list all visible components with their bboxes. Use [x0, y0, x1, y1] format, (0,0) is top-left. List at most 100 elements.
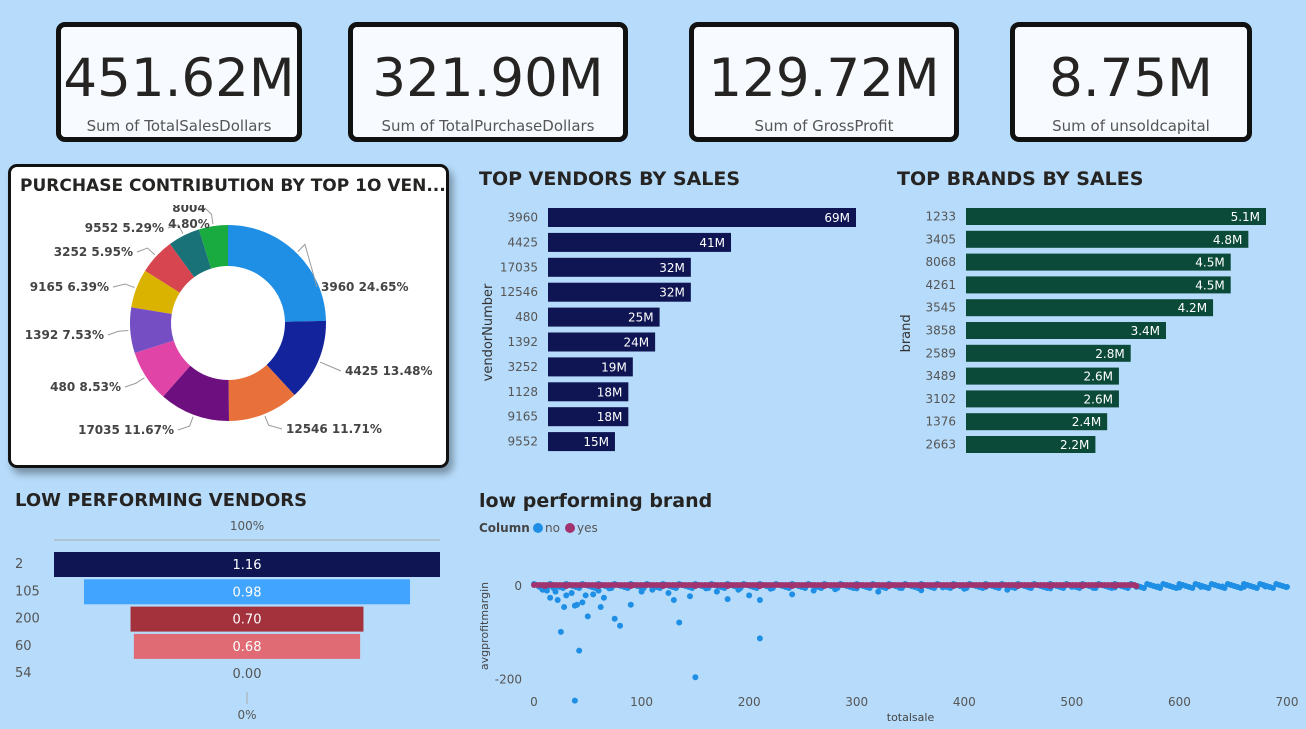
- scatter-point-no: [789, 591, 796, 598]
- scatter-point-no: [1176, 584, 1183, 591]
- bar-3545[interactable]: [966, 299, 1214, 317]
- kpi-label: Sum of TotalPurchaseDollars: [381, 117, 595, 135]
- scatter-point-yes: [660, 583, 667, 589]
- scatter-point-no: [756, 597, 763, 604]
- legend-marker-no: [533, 523, 543, 533]
- funnel-bottom-label: 0%: [237, 708, 256, 722]
- scatter-point-no: [554, 597, 561, 604]
- low-performing-vendors-funnel: 100% 2 1.16 105 0.98 200 0.70 60 0.68 54 0.00 0%: [15, 519, 440, 722]
- kpi-value: 129.72M: [708, 48, 940, 109]
- vendors-chart-title: TOP VENDORS BY SALES: [479, 168, 741, 190]
- funnel-value-label: 0.68: [233, 640, 262, 655]
- scatter-point-yes: [627, 583, 634, 589]
- category-label: 3545: [925, 301, 956, 315]
- scatter-point-no: [724, 596, 731, 603]
- scatter-point-yes: [724, 583, 731, 589]
- category-label: 2589: [925, 346, 956, 360]
- legend-title: Column: [479, 521, 530, 535]
- scatter-point-no: [561, 604, 568, 611]
- donut-chart: 3960 24.65% 4425 13.48% 12546 11.71% 17035 …: [25, 205, 433, 437]
- kpi-card-total-purchase[interactable]: 321.90M Sum of TotalPurchaseDollars: [348, 22, 628, 142]
- donut-label-8004: 8004: [172, 205, 205, 215]
- legend-label-no[interactable]: no: [545, 521, 560, 535]
- kpi-card-unsold-capital[interactable]: 8.75M Sum of unsoldcapital: [1010, 22, 1252, 142]
- funnel-chart-title: LOW PERFORMING VENDORS: [15, 490, 308, 511]
- funnel-value-label: 0.70: [233, 613, 262, 628]
- scatter-point-no: [756, 635, 763, 642]
- kpi-card-total-sales[interactable]: 451.62M Sum of TotalSalesDollars: [56, 22, 302, 142]
- donut-slice-3960[interactable]: [228, 225, 326, 322]
- y-axis-label: vendorNumber: [481, 283, 496, 381]
- scatter-point-no: [692, 674, 699, 681]
- bar-1233[interactable]: [966, 208, 1266, 225]
- bar-value-label: 2.2M: [1060, 438, 1089, 452]
- bar-4261[interactable]: [966, 276, 1231, 294]
- bar-3960[interactable]: [548, 208, 856, 227]
- kpi-value: 451.62M: [63, 48, 295, 109]
- kpi-label: Sum of TotalSalesDollars: [86, 117, 272, 135]
- bar-value-label: 25M: [628, 311, 654, 325]
- category-label: 3405: [925, 232, 956, 246]
- bar-value-label: 2.4M: [1072, 415, 1101, 429]
- kpi-value: 321.90M: [372, 48, 604, 109]
- x-tick-label: 600: [1168, 695, 1191, 709]
- category-label: 3858: [925, 324, 956, 338]
- bar-3405[interactable]: [966, 230, 1249, 248]
- donut-leader-line: [264, 415, 283, 430]
- funnel-value-label: 0.00: [233, 667, 262, 682]
- scatter-point-no: [686, 593, 693, 600]
- donut-label-480: 480 8.53%: [50, 380, 121, 394]
- scatter-point-yes: [1111, 583, 1118, 589]
- bar-value-label: 4.8M: [1213, 233, 1242, 247]
- x-tick-label: 0: [530, 695, 538, 709]
- scatter-point-yes: [950, 583, 957, 589]
- bar-value-label: 5.1M: [1231, 210, 1260, 224]
- category-label: 17035: [500, 260, 538, 274]
- donut-label-1392: 1392 7.53%: [25, 328, 104, 342]
- legend-label-yes[interactable]: yes: [577, 521, 598, 535]
- scatter-point-no: [579, 599, 586, 606]
- scatter-point-yes: [789, 583, 796, 589]
- x-tick-label: 400: [953, 695, 976, 709]
- scatter-point-no: [552, 588, 559, 595]
- donut-label-12546: 12546 11.71%: [286, 422, 382, 436]
- funnel-top-label: 100%: [230, 519, 264, 533]
- bar-value-label: 4.5M: [1195, 278, 1224, 292]
- purchase-contribution-card[interactable]: PURCHASE CONTRIBUTION BY TOP 1O VEN... 3…: [8, 164, 449, 468]
- funnel-value-label: 0.98: [233, 585, 262, 600]
- scatter-point-no: [1262, 583, 1269, 590]
- scatter-point-no: [590, 591, 597, 598]
- scatter-point-no: [713, 588, 720, 595]
- bar-value-label: 4.2M: [1178, 301, 1207, 315]
- scatter-point-no: [676, 619, 683, 626]
- donut-label-9552: 9552 5.29%: [85, 221, 164, 235]
- scatter-point-no: [597, 604, 604, 611]
- bar-value-label: 3.4M: [1131, 324, 1160, 338]
- x-tick-label: 100: [630, 695, 653, 709]
- category-label: 3960: [507, 211, 538, 225]
- category-label: 4425: [507, 235, 538, 249]
- bar-8068[interactable]: [966, 253, 1231, 271]
- bar-value-label: 4.5M: [1195, 256, 1224, 270]
- scatter-point-yes: [853, 583, 860, 589]
- category-label: 3102: [925, 392, 956, 406]
- scatter-point-no: [576, 647, 583, 654]
- category-label: 1392: [507, 335, 538, 349]
- category-label: 3489: [925, 369, 956, 383]
- scatter-point-yes: [821, 583, 828, 589]
- kpi-label: Sum of unsoldcapital: [1052, 117, 1210, 135]
- y-axis-label: avgprofitmargin: [478, 582, 491, 670]
- scatter-point-no: [611, 615, 618, 622]
- scatter-point-yes: [1079, 583, 1086, 589]
- category-label: 4261: [925, 278, 956, 292]
- scatter-point-no: [1240, 583, 1247, 590]
- scatter-point-no: [582, 592, 589, 599]
- kpi-value: 8.75M: [1049, 48, 1213, 109]
- funnel-category-label: 2: [15, 557, 23, 572]
- bar-value-label: 32M: [659, 286, 685, 300]
- kpi-card-gross-profit[interactable]: 129.72M Sum of GrossProfit: [689, 22, 959, 142]
- category-label: 2663: [925, 438, 956, 452]
- scatter-point-no: [746, 592, 753, 599]
- category-label: 8068: [925, 255, 956, 269]
- bar-value-label: 24M: [624, 336, 650, 350]
